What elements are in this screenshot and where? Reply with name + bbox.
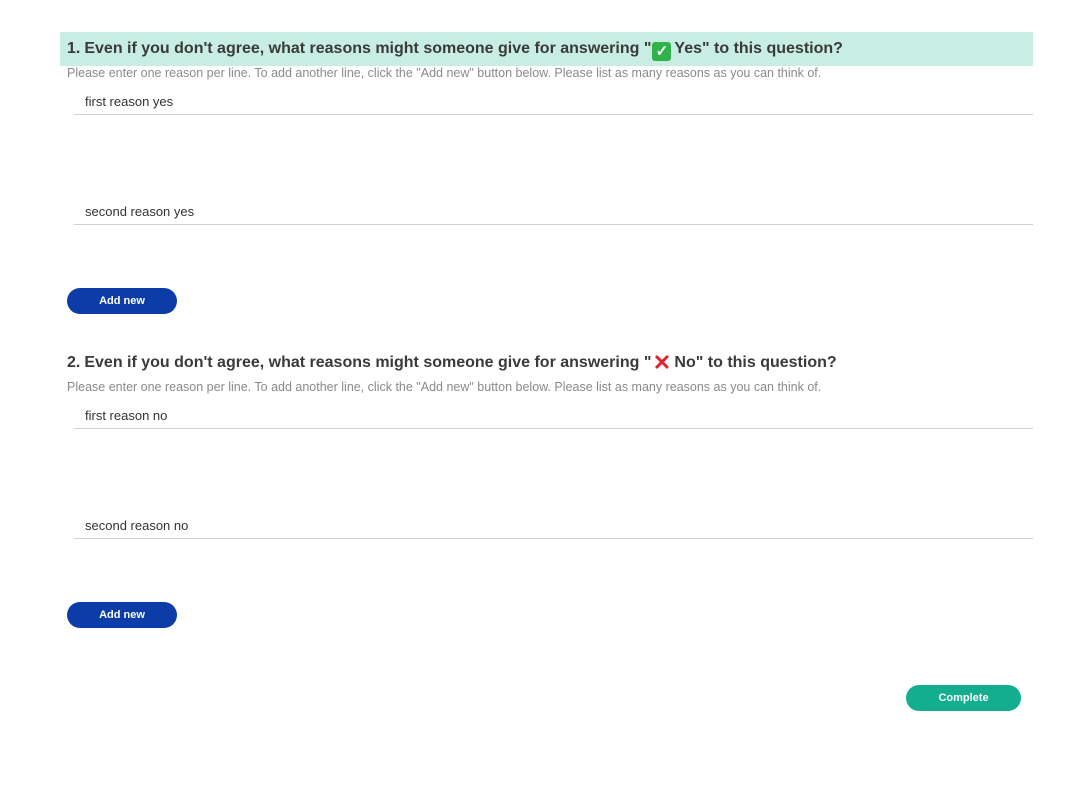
check-mark-button-icon: ✓: [652, 42, 672, 61]
answer-input-no-1[interactable]: [74, 404, 1025, 426]
question-1-number: 1.: [67, 40, 81, 57]
question-2-title-end: " to this question?: [695, 354, 837, 371]
answer-row-1: [74, 404, 1033, 429]
question-2-title-start: Even if you don't agree, what reasons mi…: [84, 354, 652, 371]
question-1-title-end: " to this question?: [702, 40, 843, 57]
answer-input-no-2[interactable]: [74, 514, 1025, 536]
add-new-button-no[interactable]: Add new: [67, 602, 177, 628]
question-1-title: 1. Even if you don't agree, what reasons …: [60, 32, 1033, 66]
question-2-number: 2.: [67, 354, 81, 371]
question-1-title-start: Even if you don't agree, what reasons mi…: [84, 40, 652, 57]
question-1: 1. Even if you don't agree, what reasons …: [60, 32, 1033, 314]
answer-input-yes-2[interactable]: [74, 200, 1025, 222]
question-1-description: Please enter one reason per line. To add…: [67, 66, 822, 80]
question-2-option-label: No: [674, 354, 696, 371]
answer-row-2: [74, 200, 1033, 225]
add-new-button-yes[interactable]: Add new: [67, 288, 177, 314]
question-2-title: 2. Even if you don't agree, what reasons …: [60, 346, 1033, 380]
cross-mark-icon: ✕: [652, 350, 672, 375]
answer-row-2: [74, 514, 1033, 539]
answer-row-1: [74, 90, 1033, 115]
question-2-description: Please enter one reason per line. To add…: [67, 380, 822, 394]
question-2: 2. Even if you don't agree, what reasons …: [60, 346, 1033, 628]
question-1-option-label: Yes: [674, 40, 702, 57]
complete-button[interactable]: Complete: [906, 685, 1021, 711]
answer-input-yes-1[interactable]: [74, 90, 1025, 112]
